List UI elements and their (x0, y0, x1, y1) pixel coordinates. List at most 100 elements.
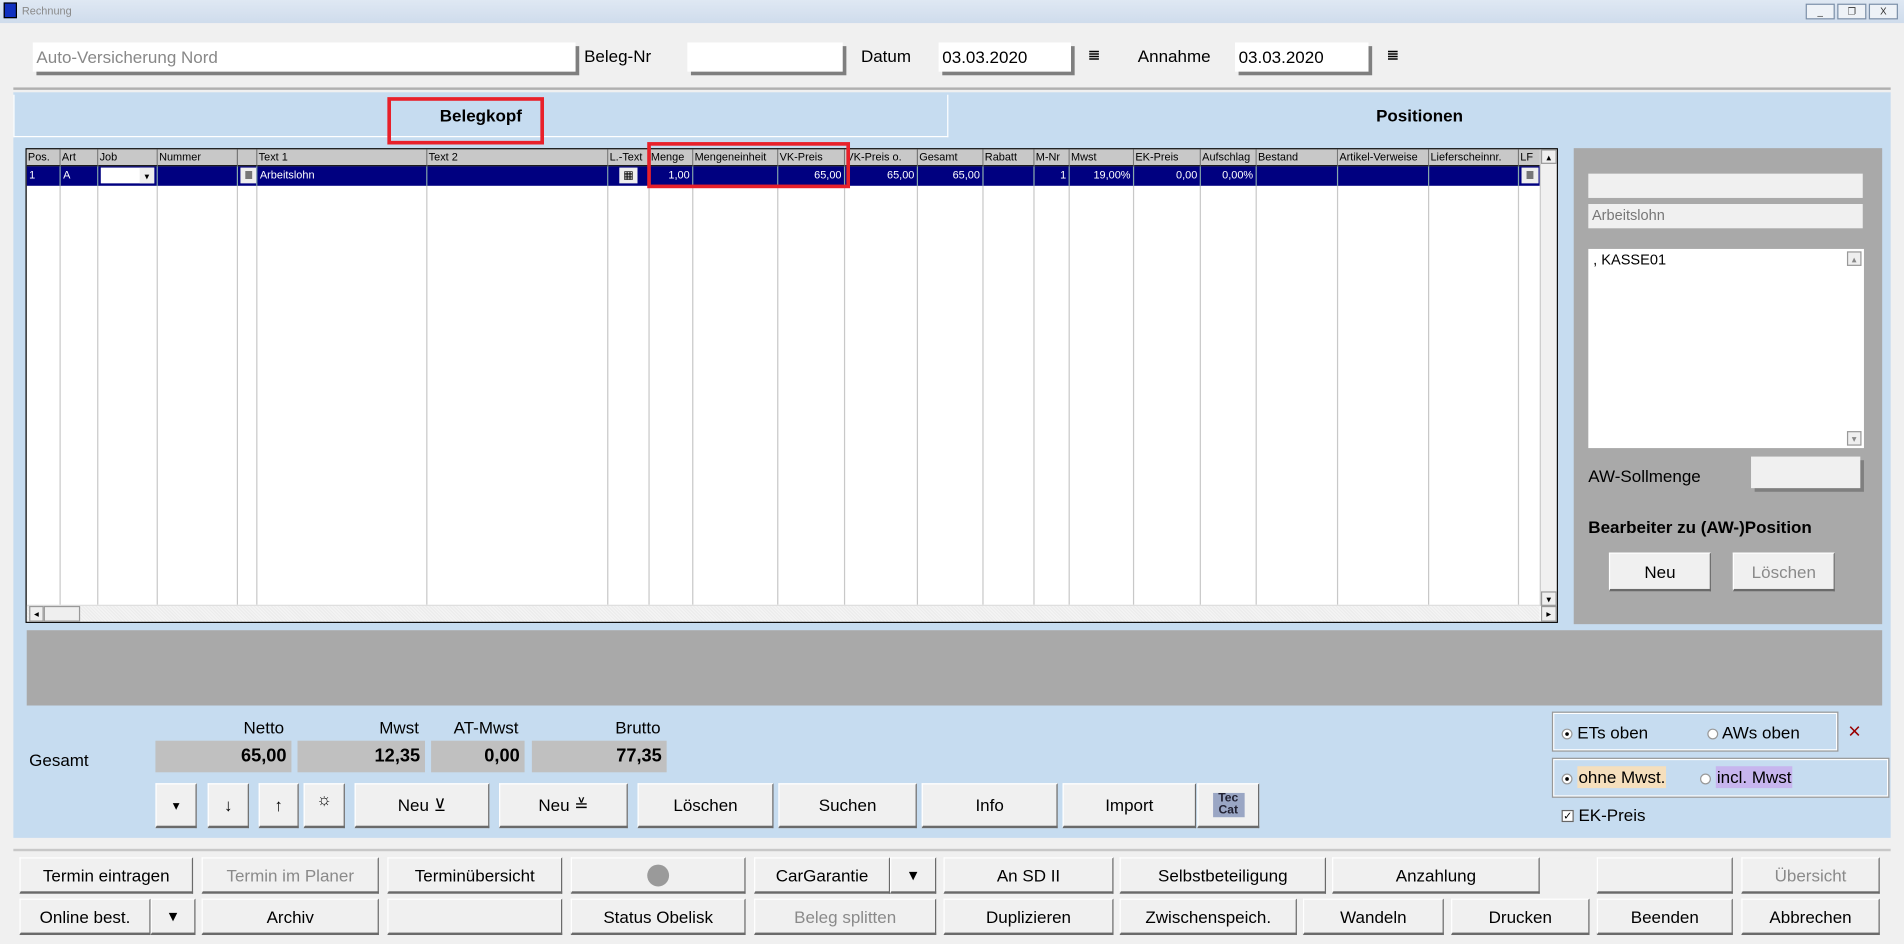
status-obelisk-button[interactable]: Status Obelisk (570, 898, 746, 936)
scroll-up-icon[interactable]: ▴ (1846, 251, 1862, 266)
archiv-button[interactable]: Archiv (201, 898, 379, 936)
column-header[interactable]: Pos. (26, 149, 61, 167)
close-button[interactable]: X (1868, 3, 1898, 20)
scroll-up-icon[interactable]: ▴ (1540, 149, 1557, 164)
termin-im-planer-button[interactable]: Termin im Planer (201, 857, 379, 894)
column-header[interactable]: Text 1 (257, 149, 428, 167)
radio-incl-mwst[interactable]: incl. Mwst (1700, 766, 1793, 789)
column-header[interactable]: Job (98, 149, 158, 167)
side-field-1[interactable] (1588, 173, 1863, 198)
termin-eintragen-button[interactable]: Termin eintragen (19, 857, 194, 894)
online-best-button[interactable]: Online best. (19, 898, 151, 936)
grid-cell[interactable] (1256, 166, 1339, 186)
column-header[interactable]: L.-Text (608, 149, 650, 167)
column-header[interactable]: Artikel-Verweise (1338, 149, 1430, 167)
long-text-icon[interactable]: ▦ (608, 166, 650, 186)
column-header[interactable]: LF (1519, 149, 1543, 167)
move-down-button[interactable]: ↓ (207, 783, 249, 829)
bearbeiter-delete-button[interactable]: Löschen (1732, 552, 1835, 592)
dropdown-button[interactable]: ▾ (150, 898, 196, 936)
column-header[interactable]: VK-Preis o. (845, 149, 919, 167)
scroll-right-icon[interactable]: ▸ (1540, 605, 1557, 622)
grid-cell[interactable] (157, 166, 239, 186)
ek-preis-checkbox[interactable]: ✓ EK-Preis (1561, 805, 1646, 825)
grid-cell[interactable]: 1 (26, 166, 61, 186)
grid-cell[interactable]: 65,00 (845, 166, 919, 186)
customer-field[interactable]: Auto-Versicherung Nord (32, 42, 576, 72)
grid-cell[interactable] (1429, 166, 1520, 186)
radio-ets-oben[interactable]: ETs oben (1561, 723, 1648, 742)
anzahlung-button[interactable]: Anzahlung (1332, 857, 1540, 894)
bearbeiter-new-button[interactable]: Neu (1608, 552, 1711, 592)
side-field-text[interactable]: Arbeitslohn (1588, 204, 1863, 229)
positions-grid[interactable]: Pos. 1 Art A Job ▾ Nummer ≣ Text 1 Arbeitslohn Tex… (25, 148, 1558, 623)
column-header[interactable]: Nummer (157, 149, 239, 167)
grid-cell[interactable] (1338, 166, 1430, 186)
menu-icon[interactable]: ≣ (238, 166, 258, 186)
column-header[interactable]: Mwst (1069, 149, 1135, 167)
drucken-button[interactable]: Drucken (1451, 898, 1590, 936)
cell-icon[interactable]: ≣ (1521, 167, 1539, 184)
horizontal-scrollbar[interactable]: ◂ ▸ (26, 604, 1557, 622)
grid-cell[interactable]: 1 (1034, 166, 1070, 186)
scroll-down-icon[interactable]: ▾ (1846, 431, 1862, 446)
wandeln-button[interactable]: Wandeln (1302, 898, 1444, 936)
gear-icon[interactable]: ☼ (303, 783, 345, 829)
scroll-left-icon[interactable]: ◂ (29, 605, 44, 622)
column-header[interactable]: M-Nr (1034, 149, 1070, 167)
übersicht-button[interactable]: Übersicht (1741, 857, 1880, 894)
dropdown-button[interactable]: ▾ (155, 783, 197, 829)
dropdown-button[interactable]: ▾ (890, 857, 937, 894)
job-select[interactable]: ▾ (100, 167, 155, 184)
grid-cell[interactable]: 0,00% (1200, 166, 1257, 186)
restore-button[interactable]: ❐ (1837, 3, 1867, 20)
beenden-button[interactable]: Beenden (1596, 898, 1733, 936)
teccat-button[interactable]: Tec Cat (1197, 783, 1260, 829)
new-below-button[interactable]: Neu ⊻ (354, 783, 490, 829)
logo-button[interactable] (570, 857, 746, 894)
calendar-icon[interactable]: ≣ (1387, 46, 1399, 63)
abbrechen-button[interactable]: Abbrechen (1741, 898, 1880, 936)
beleg-splitten-button[interactable]: Beleg splitten (754, 898, 937, 936)
info-button[interactable]: Info (921, 783, 1058, 829)
grid-cell[interactable]: Arbeitslohn (257, 166, 428, 186)
column-header[interactable]: EK-Preis (1134, 149, 1201, 167)
calendar-icon[interactable]: ≣ (1088, 46, 1100, 63)
cell-icon[interactable]: ▦ (619, 167, 638, 184)
column-header[interactable] (238, 149, 258, 167)
tab-positionen[interactable]: Positionen (948, 95, 1890, 138)
column-header[interactable]: Gesamt (918, 149, 984, 167)
chevron-down-icon[interactable]: ▾ (139, 167, 155, 184)
column-header[interactable]: Art (60, 149, 99, 167)
scroll-down-icon[interactable]: ▾ (1540, 591, 1557, 606)
radio-aws-oben[interactable]: AWs oben (1707, 723, 1800, 742)
cargarantie-button[interactable]: CarGarantie (754, 857, 891, 894)
move-up-button[interactable]: ↑ (258, 783, 299, 829)
minimize-button[interactable]: _ (1805, 3, 1835, 20)
zwischenspeich-button[interactable]: Zwischenspeich. (1119, 898, 1297, 936)
column-header[interactable]: Bestand (1256, 149, 1339, 167)
search-button[interactable]: Suchen (778, 783, 917, 829)
radio-ohne-mwst[interactable]: ohne Mwst. (1561, 766, 1667, 789)
blank-button[interactable] (387, 898, 563, 936)
scroll-thumb[interactable] (43, 605, 81, 622)
column-header[interactable]: Rabatt (983, 149, 1035, 167)
cell-icon[interactable]: ≣ (240, 167, 257, 184)
delete-button[interactable]: Löschen (637, 783, 774, 829)
terminübersicht-button[interactable]: Terminübersicht (387, 857, 563, 894)
grid-cell[interactable]: 19,00% (1069, 166, 1135, 186)
aw-sollmenge-field[interactable] (1751, 456, 1861, 489)
new-between-button[interactable]: Neu ≚ (499, 783, 628, 829)
grid-cell[interactable]: A (60, 166, 99, 186)
grid-cell[interactable] (983, 166, 1035, 186)
column-header[interactable]: Text 2 (427, 149, 609, 167)
notes-textarea[interactable]: , KASSE01 ▴ ▾ (1588, 248, 1864, 449)
selbstbeteiligung-button[interactable]: Selbstbeteiligung (1119, 857, 1327, 894)
beleg-nr-field[interactable] (687, 42, 843, 72)
job-dropdown[interactable]: ▾ (98, 166, 158, 186)
grid-cell[interactable]: 0,00 (1134, 166, 1201, 186)
column-header[interactable]: Aufschlag (1200, 149, 1257, 167)
an-sd-ii-button[interactable]: An SD II (943, 857, 1114, 894)
menu-icon[interactable]: ≣ (1519, 166, 1543, 186)
close-icon[interactable]: × (1848, 719, 1861, 745)
